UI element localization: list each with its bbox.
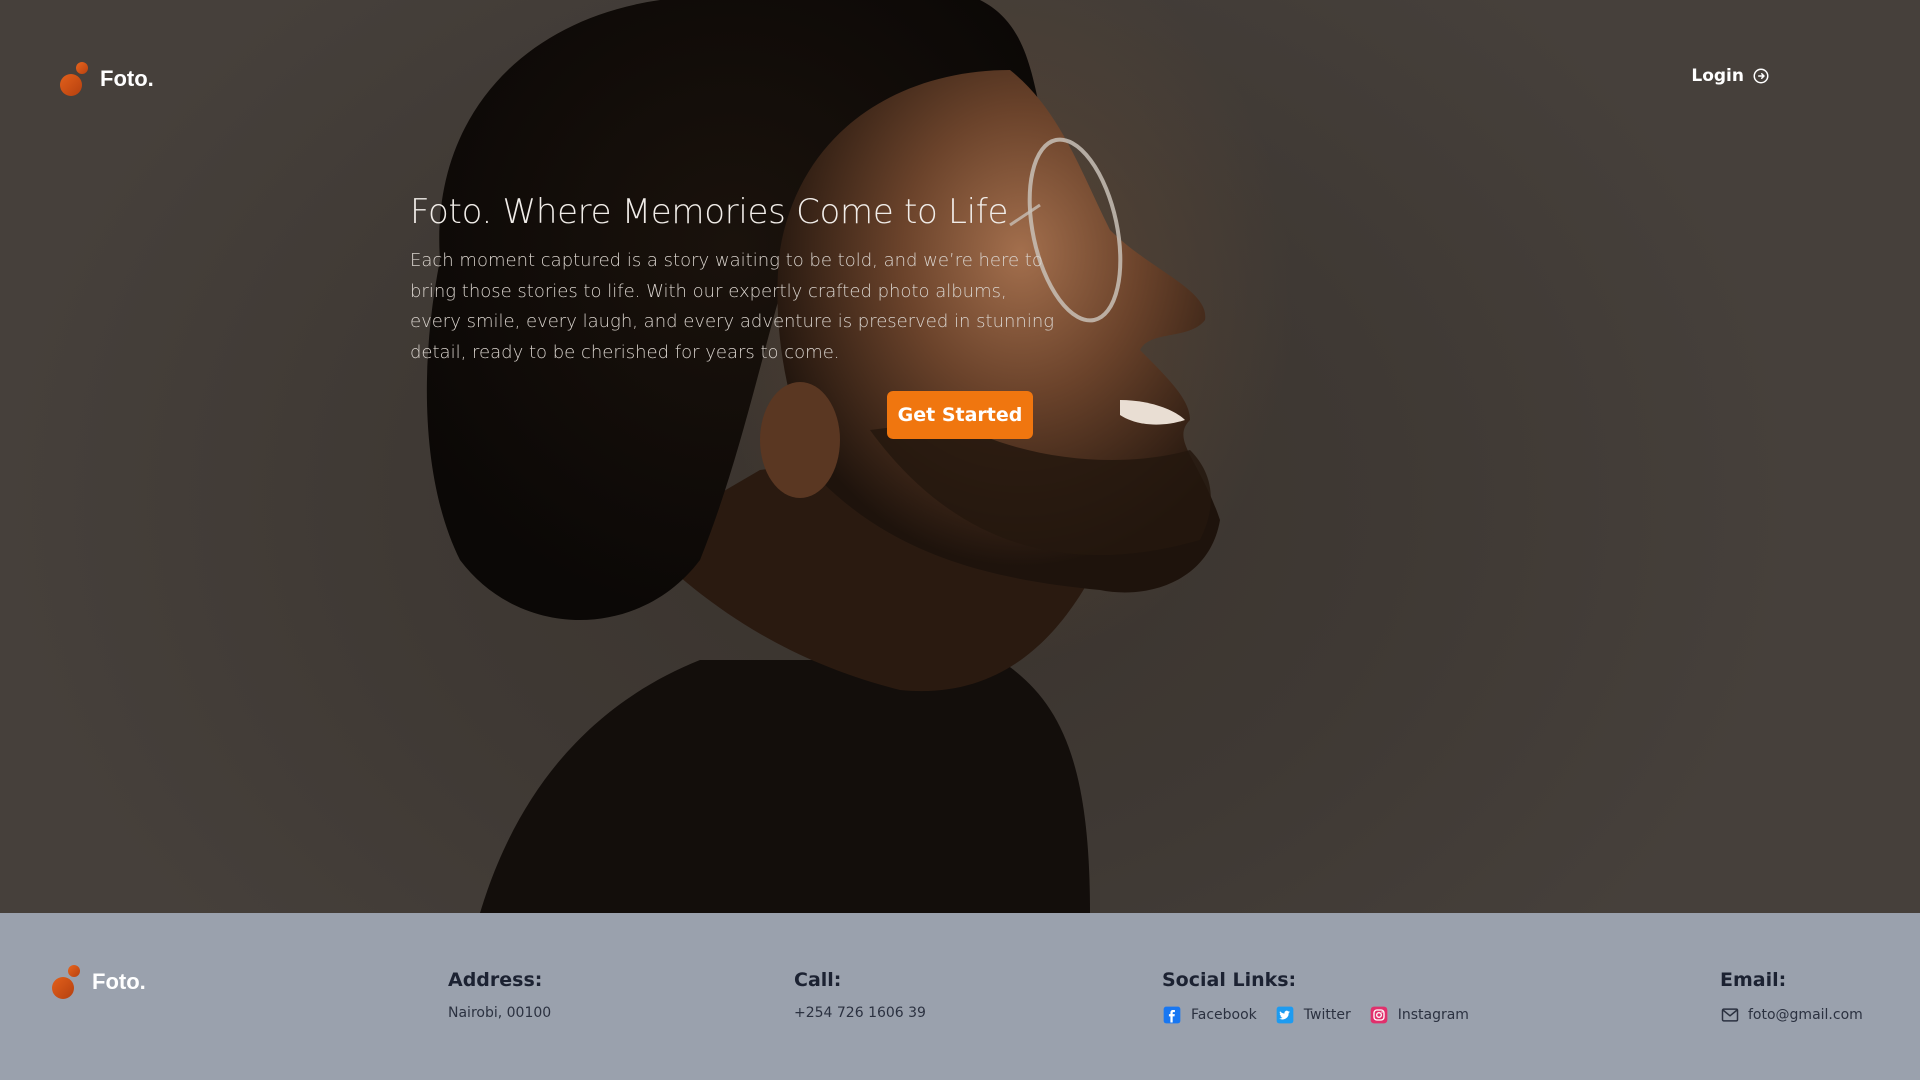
twitter-icon bbox=[1276, 1006, 1294, 1024]
twitter-link[interactable]: Twitter bbox=[1275, 1005, 1351, 1025]
footer-brand-logo[interactable]: Foto. bbox=[52, 965, 146, 999]
login-icon bbox=[1753, 68, 1769, 84]
brand-name: Foto. bbox=[100, 66, 154, 91]
brand-logo[interactable]: Foto. bbox=[60, 62, 154, 96]
facebook-label: Facebook bbox=[1191, 1007, 1257, 1023]
social-links: Facebook Twitter Instagram bbox=[1162, 1005, 1469, 1025]
hero-section: Foto. Login Foto. Where Memories Come to… bbox=[0, 0, 1920, 913]
hero-photo bbox=[426, 0, 1220, 913]
instagram-icon bbox=[1370, 1006, 1388, 1024]
get-started-button[interactable]: Get Started bbox=[887, 391, 1033, 439]
email-heading: Email: bbox=[1720, 969, 1787, 991]
footer-email: Email: foto@gmail.com bbox=[1720, 969, 1863, 1025]
hero-title: Foto. Where Memories Come to Life bbox=[410, 192, 1009, 232]
login-button[interactable]: Login bbox=[1691, 66, 1770, 86]
footer: Foto. Address: Nairobi, 00100 Call: +254… bbox=[0, 913, 1920, 1080]
address-heading: Address: bbox=[448, 969, 543, 991]
footer-social: Social Links: Facebook Twitter Instagram bbox=[1162, 969, 1469, 1025]
login-label: Login bbox=[1691, 66, 1744, 86]
email-value: foto@gmail.com bbox=[1748, 1007, 1863, 1023]
footer-logo-icon bbox=[52, 965, 82, 999]
hero-description: Each moment captured is a story waiting … bbox=[410, 250, 1055, 363]
footer-address: Address: Nairobi, 00100 bbox=[448, 969, 551, 1021]
social-heading: Social Links: bbox=[1162, 969, 1297, 991]
hero-content: Foto. Where Memories Come to Life Each m… bbox=[410, 192, 1060, 368]
email-row[interactable]: foto@gmail.com bbox=[1720, 1005, 1863, 1025]
instagram-link[interactable]: Instagram bbox=[1369, 1005, 1469, 1025]
facebook-icon bbox=[1163, 1006, 1181, 1024]
mail-icon bbox=[1721, 1008, 1739, 1022]
facebook-link[interactable]: Facebook bbox=[1162, 1005, 1257, 1025]
footer-call: Call: +254 726 1606 39 bbox=[794, 969, 926, 1021]
address-value: Nairobi, 00100 bbox=[448, 1005, 552, 1021]
phone-value: +254 726 1606 39 bbox=[794, 1005, 926, 1021]
call-heading: Call: bbox=[794, 969, 842, 991]
twitter-label: Twitter bbox=[1303, 1007, 1351, 1023]
logo-icon bbox=[60, 62, 90, 96]
footer-brand-name: Foto. bbox=[92, 969, 146, 994]
instagram-label: Instagram bbox=[1397, 1007, 1469, 1023]
